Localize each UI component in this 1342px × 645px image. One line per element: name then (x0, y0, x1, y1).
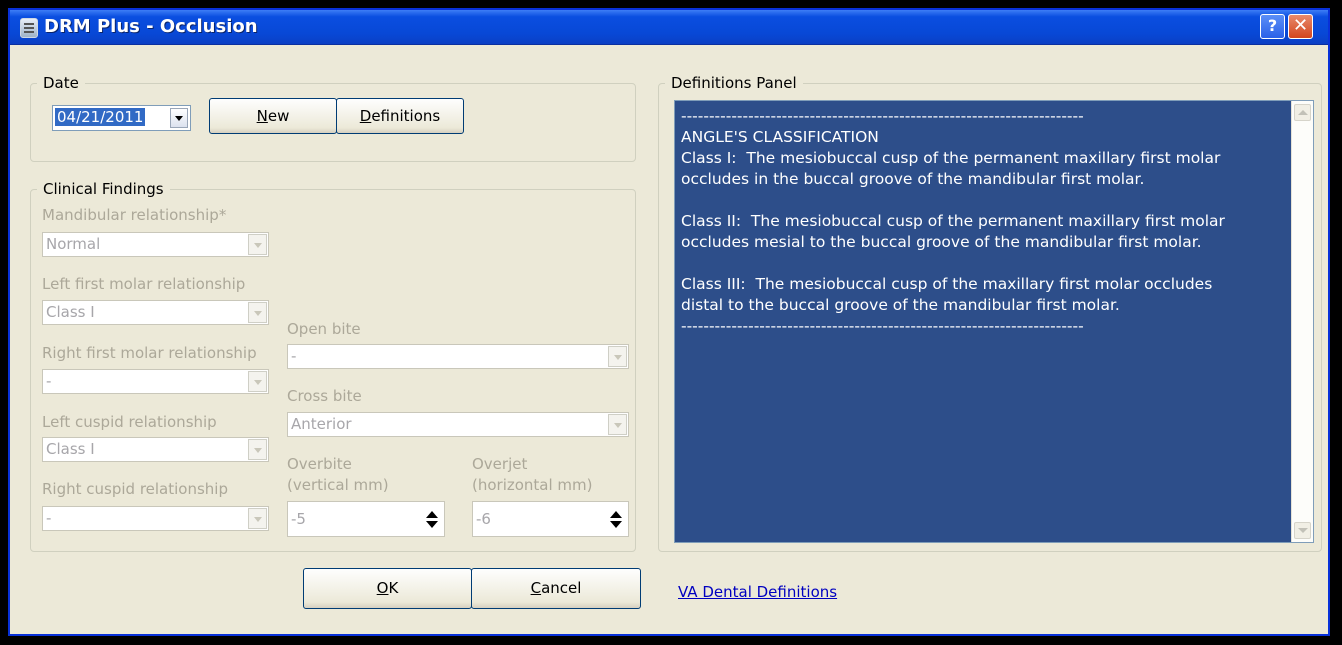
vertical-scrollbar[interactable] (1291, 101, 1313, 542)
title-bar[interactable]: DRM Plus - Occlusion ? ✕ (10, 10, 1328, 45)
overbite-label: Overbite (287, 455, 352, 473)
cross-bite-label: Cross bite (287, 387, 362, 405)
cross-bite-select[interactable]: Anterior (287, 412, 629, 437)
close-button[interactable]: ✕ (1288, 14, 1313, 39)
app-icon (20, 18, 38, 38)
chevron-down-icon (608, 346, 627, 367)
mandibular-select[interactable]: Normal (42, 232, 269, 257)
open-bite-select[interactable]: - (287, 344, 629, 369)
date-dropdown-arrow-icon[interactable] (170, 108, 188, 128)
left-molar-select[interactable]: Class I (42, 300, 269, 325)
mandibular-label: Mandibular relationship* (42, 206, 227, 224)
chevron-down-icon (608, 414, 627, 435)
help-button[interactable]: ? (1260, 14, 1285, 39)
spin-arrows-icon[interactable] (426, 511, 438, 529)
ok-button[interactable]: OK (303, 568, 472, 609)
chevron-down-icon (248, 508, 267, 529)
overjet-sublabel: (horizontal mm) (472, 476, 593, 494)
spin-arrows-icon[interactable] (610, 511, 622, 529)
occlusion-window: DRM Plus - Occlusion ? ✕ Date 04/21/2011… (8, 8, 1330, 636)
date-group-legend: Date (43, 74, 79, 92)
definitions-text: ----------------------------------------… (681, 107, 1225, 335)
clinical-findings-legend: Clinical Findings (43, 180, 164, 198)
date-value: 04/21/2011 (55, 108, 146, 126)
window-title: DRM Plus - Occlusion (44, 16, 258, 37)
va-dental-definitions-link[interactable]: VA Dental Definitions (678, 583, 837, 601)
right-molar-select[interactable]: - (42, 369, 269, 394)
definitions-text-area[interactable]: ----------------------------------------… (674, 100, 1314, 543)
overjet-label: Overjet (472, 455, 528, 473)
overbite-sublabel: (vertical mm) (287, 476, 389, 494)
overjet-stepper[interactable]: -6 (472, 501, 629, 537)
right-molar-label: Right first molar relationship (42, 344, 257, 362)
chevron-down-icon (248, 302, 267, 323)
left-cuspid-label: Left cuspid relationship (42, 413, 217, 431)
definitions-button[interactable]: Definitions (336, 98, 464, 134)
open-bite-label: Open bite (287, 320, 361, 338)
chevron-down-icon (248, 371, 267, 392)
scroll-up-icon[interactable] (1294, 104, 1311, 121)
left-cuspid-select[interactable]: Class I (42, 437, 269, 462)
scroll-down-icon[interactable] (1294, 522, 1311, 539)
overbite-stepper[interactable]: -5 (287, 501, 445, 537)
date-select[interactable]: 04/21/2011 (52, 105, 191, 131)
chevron-down-icon (248, 234, 267, 255)
left-molar-label: Left first molar relationship (42, 275, 246, 293)
chevron-down-icon (248, 439, 267, 460)
right-cuspid-select[interactable]: - (42, 506, 269, 531)
new-button[interactable]: New (209, 98, 337, 134)
right-cuspid-label: Right cuspid relationship (42, 480, 228, 498)
definitions-panel-legend: Definitions Panel (671, 74, 797, 92)
cancel-button[interactable]: Cancel (471, 568, 641, 609)
